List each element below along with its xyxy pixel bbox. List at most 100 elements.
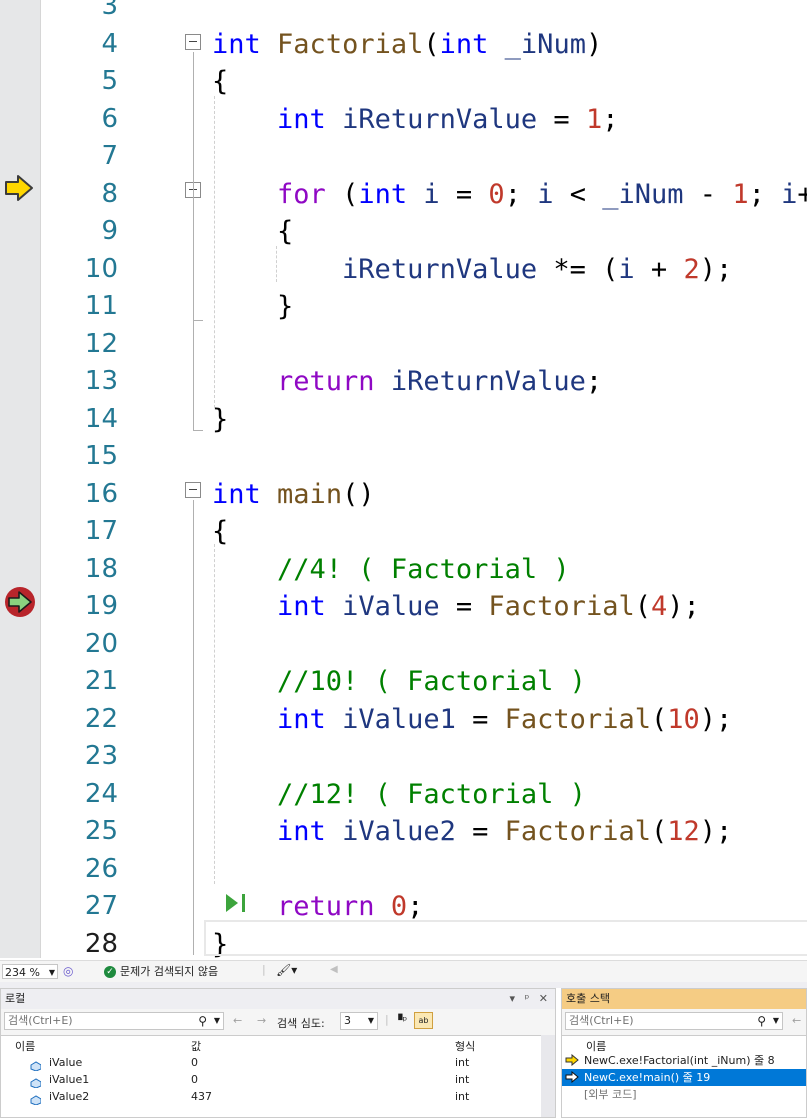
- code-line[interactable]: 22 int iValue1 = Factorial(10);: [0, 701, 807, 739]
- code-token: *= (: [537, 253, 619, 285]
- code-text[interactable]: //10! ( Factorial ): [212, 663, 586, 701]
- code-text[interactable]: }: [212, 288, 293, 326]
- back-arrow-icon[interactable]: ←: [792, 1014, 801, 1027]
- column-header-name[interactable]: 이름: [15, 1038, 35, 1054]
- issues-indicator[interactable]: ✓ 문제가 검색되지 않음: [104, 965, 218, 979]
- code-line[interactable]: 12: [0, 326, 807, 364]
- vertical-scrollbar[interactable]: [541, 1035, 555, 1117]
- callstack-search-input[interactable]: 검색(Ctrl+E) ⚲ ▼: [565, 1012, 783, 1030]
- depth-value: 3: [344, 1014, 351, 1027]
- column-header-type[interactable]: 형식: [455, 1038, 475, 1054]
- code-line[interactable]: 13 return iReturnValue;: [0, 363, 807, 401]
- code-line[interactable]: 23: [0, 738, 807, 776]
- callstack-grid: NewC.exe!Factorial(int _iNum) 줄 8 NewC.ex…: [562, 1052, 806, 1117]
- line-number: 8: [101, 178, 118, 209]
- code-line[interactable]: 3: [0, 0, 807, 26]
- code-line[interactable]: 16 int main(): [0, 476, 807, 514]
- code-text[interactable]: for (int i = 0; i < _iNum - 1; i++): [212, 176, 807, 214]
- collapse-toggle-factorial[interactable]: [185, 34, 201, 50]
- pin-icon[interactable]: ▝ᵖ: [394, 1014, 407, 1027]
- code-text[interactable]: int Factorial(int _iNum): [212, 26, 602, 64]
- code-token: return: [277, 366, 375, 397]
- code-line[interactable]: 10 iReturnValue *= (i + 2);: [0, 251, 807, 289]
- code-text[interactable]: int main(): [212, 476, 375, 514]
- code-line[interactable]: 9 {: [0, 213, 807, 251]
- search-depth-select[interactable]: 3 ▼: [340, 1012, 378, 1030]
- back-arrow-icon[interactable]: ←: [233, 1014, 242, 1027]
- code-line[interactable]: 6 int iReturnValue = 1;: [0, 101, 807, 139]
- depth-label: 검색 심도:: [277, 1017, 325, 1030]
- search-icon[interactable]: ⚲: [198, 1013, 207, 1029]
- code-line[interactable]: 5{: [0, 63, 807, 101]
- code-text[interactable]: {: [212, 213, 293, 251]
- collapse-toggle-main[interactable]: [185, 482, 201, 498]
- code-token: );: [699, 253, 733, 285]
- code-token: int: [439, 28, 489, 60]
- code-line[interactable]: 18 //4! ( Factorial ): [0, 551, 807, 589]
- callstack-title-bar[interactable]: 호출 스택: [562, 989, 806, 1009]
- search-icon[interactable]: ⚲: [757, 1013, 766, 1029]
- code-token: (): [342, 478, 375, 510]
- callstack-frame[interactable]: NewC.exe!main() 줄 19: [562, 1069, 806, 1086]
- code-text[interactable]: int iValue2 = Factorial(12);: [212, 813, 732, 851]
- callstack-frame[interactable]: [외부 코드]: [562, 1086, 806, 1103]
- code-line[interactable]: 19 int iValue = Factorial(4);: [0, 588, 807, 626]
- code-line[interactable]: 14}: [0, 401, 807, 439]
- code-token: i: [618, 253, 635, 285]
- line-number: 27: [84, 891, 118, 921]
- locals-search-input[interactable]: 검색(Ctrl+E) ⚲ ▼: [4, 1012, 224, 1030]
- table-row[interactable]: iValue1 0 int: [1, 1071, 541, 1088]
- code-text[interactable]: int iValue1 = Factorial(10);: [212, 701, 732, 739]
- code-line[interactable]: 4 int Factorial(int _iNum): [0, 26, 807, 64]
- code-line[interactable]: 8 for (int i = 0; i < _iNum - 1; i++): [0, 176, 807, 214]
- callstack-frame-label: NewC.exe!Factorial(int _iNum) 줄 8: [584, 1054, 775, 1067]
- code-line[interactable]: 17 {: [0, 513, 807, 551]
- chevron-down-icon[interactable]: ▼: [773, 1013, 779, 1029]
- table-row[interactable]: iValue2 437 int: [1, 1088, 541, 1105]
- code-text[interactable]: //12! ( Factorial ): [212, 776, 586, 814]
- code-line[interactable]: 7: [0, 138, 807, 176]
- callstack-frame[interactable]: NewC.exe!Factorial(int _iNum) 줄 8: [562, 1052, 806, 1069]
- scroll-left-icon[interactable]: ◀: [330, 964, 338, 975]
- code-editor[interactable]: 3 4 int Factorial(int _iNum) 5{6 int iRetur…: [0, 0, 807, 958]
- locals-grid: iValue 0 int iValue1 0 int iValue2 437 int: [1, 1054, 541, 1117]
- cleanup-brush-icon[interactable]: 🖌▾: [276, 963, 297, 977]
- line-number: 21: [84, 666, 118, 696]
- code-text[interactable]: //4! ( Factorial ): [212, 551, 570, 589]
- code-text[interactable]: int iValue = Factorial(4);: [212, 588, 700, 626]
- code-text[interactable]: return iReturnValue;: [212, 363, 602, 401]
- table-row[interactable]: iValue 0 int: [1, 1054, 541, 1071]
- locals-title-bar[interactable]: 로컬 ▾ ᵖ ✕: [1, 989, 555, 1009]
- chevron-down-icon[interactable]: ▼: [214, 1013, 220, 1029]
- callstack-panel: 호출 스택 검색(Ctrl+E) ⚲ ▼ ← 이름 NewC.exe!Facto…: [561, 988, 807, 1118]
- code-line[interactable]: 15: [0, 438, 807, 476]
- code-text[interactable]: iReturnValue *= (i + 2);: [212, 251, 732, 289]
- line-number: 14: [84, 403, 118, 434]
- indent-guide: [276, 246, 277, 282]
- editor-status-bar: 234 % ▼ ◎ ✓ 문제가 검색되지 않음 | 🖌▾ ◀: [0, 960, 807, 983]
- zoom-dropdown[interactable]: 234 % ▼: [2, 964, 58, 979]
- column-header-value[interactable]: 값: [191, 1038, 201, 1054]
- run-to-click-icon[interactable]: [224, 892, 250, 914]
- code-line[interactable]: 20: [0, 626, 807, 664]
- code-token: //4! ( Factorial ): [277, 553, 570, 585]
- code-line[interactable]: 26: [0, 851, 807, 889]
- line-number: 28: [84, 928, 118, 959]
- breakpoint-return-icon[interactable]: [4, 587, 38, 619]
- code-line[interactable]: 24 //12! ( Factorial ): [0, 776, 807, 814]
- code-text[interactable]: int iReturnValue = 1;: [212, 101, 618, 139]
- code-line[interactable]: 25 int iValue2 = Factorial(12);: [0, 813, 807, 851]
- code-line[interactable]: 11 }: [0, 288, 807, 326]
- yellow-arrow-icon[interactable]: [4, 174, 34, 202]
- copilot-icon[interactable]: ◎: [63, 964, 73, 978]
- forward-arrow-icon[interactable]: →: [257, 1014, 266, 1027]
- code-token: int: [277, 591, 326, 622]
- code-token: 0: [488, 178, 505, 210]
- code-text[interactable]: {: [212, 63, 228, 101]
- code-line[interactable]: 21 //10! ( Factorial ): [0, 663, 807, 701]
- fold-end-for: [193, 320, 203, 321]
- hex-display-icon[interactable]: ab: [414, 1012, 433, 1029]
- window-buttons[interactable]: ▾ ᵖ ✕: [510, 989, 551, 1009]
